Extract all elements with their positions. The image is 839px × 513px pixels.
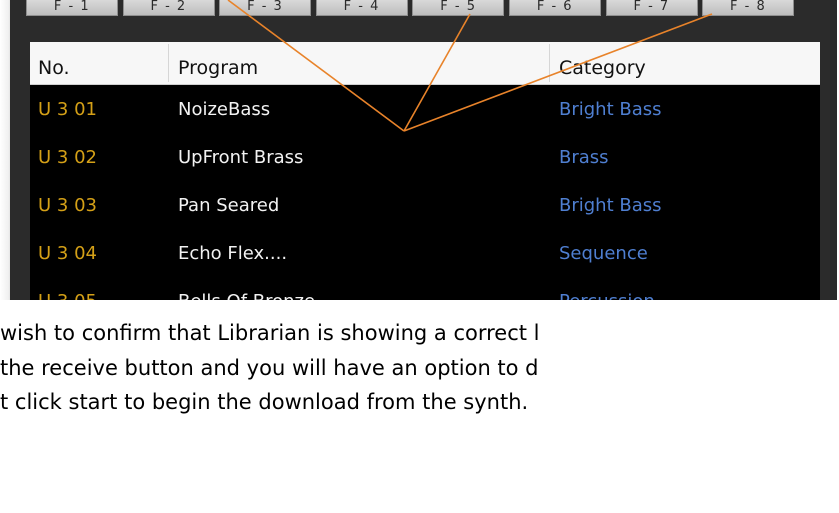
caption-line: t click start to begin the download from… [0, 390, 529, 414]
annotation-lines [227, 0, 713, 132]
annotation-line [403, 13, 713, 132]
librarian-panel: F - 1 F - 2 F - 3 F - 4 F - 5 F - 6 F - … [0, 0, 839, 300]
annotation-line [403, 13, 471, 132]
caption-line: wish to confirm that Librarian is showin… [0, 321, 540, 345]
caption-line: the receive button and you will have an … [0, 356, 539, 380]
annotation-line [227, 0, 405, 132]
